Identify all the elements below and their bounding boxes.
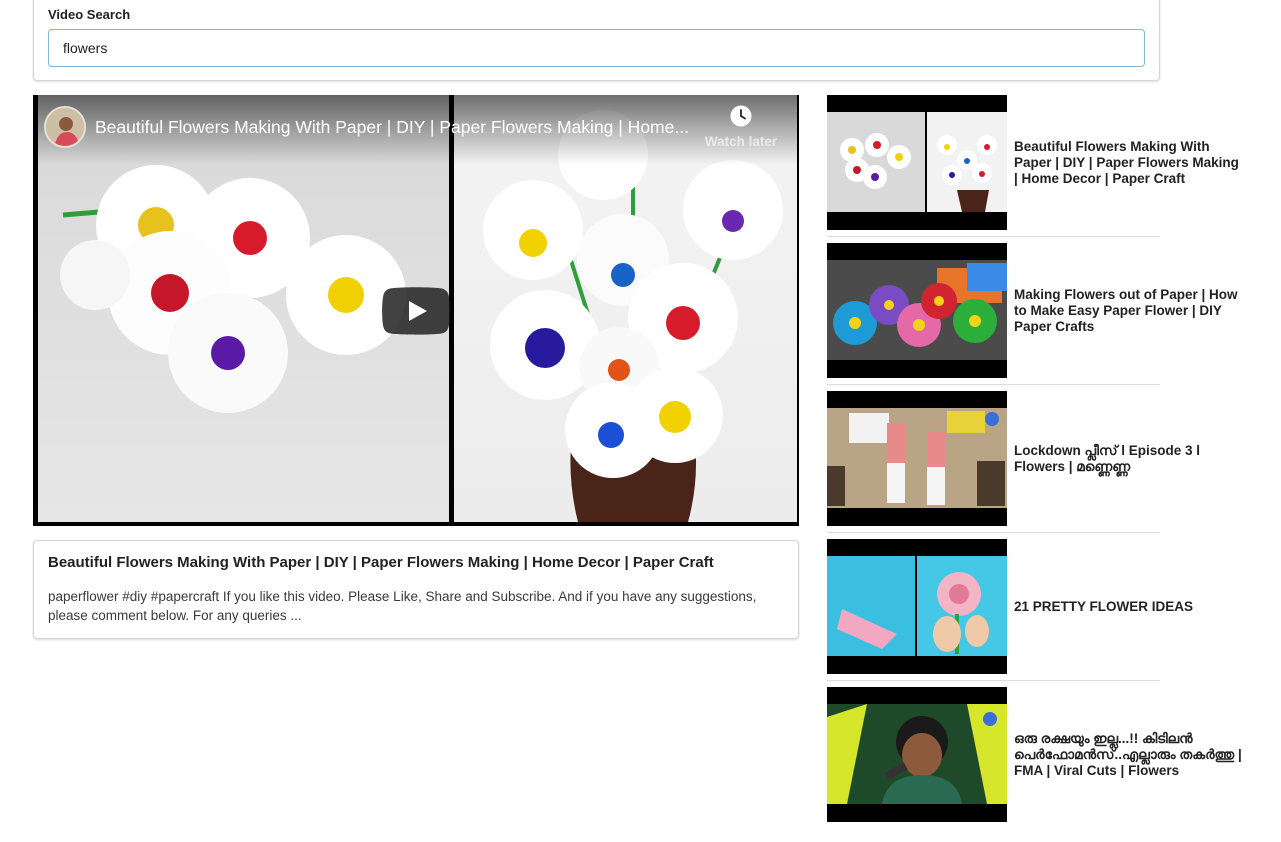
video-list-item-title[interactable]: Beautiful Flowers Making With Paper | DI… [1014,95,1244,230]
search-label: Video Search [48,7,131,22]
divider [827,236,1160,237]
video-thumbnail[interactable] [827,539,1007,674]
clock-icon [730,105,752,127]
video-list-item[interactable]: Lockdown പ്ലീസ് l Episode 3 l Flowers | … [827,391,1200,539]
play-icon[interactable] [382,287,450,335]
divider [827,532,1160,533]
search-segment: Video Search [33,0,1160,81]
video-thumbnail[interactable] [827,687,1007,822]
thumbnail-image [827,243,1007,378]
video-details: Beautiful Flowers Making With Paper | DI… [33,540,799,639]
video-detail-description: paperflower #diy #papercraft If you like… [48,589,757,623]
thumbnail-image [827,687,1007,822]
video-player[interactable]: Beautiful Flowers Making With Paper | DI… [33,95,799,526]
video-detail-title: Beautiful Flowers Making With Paper | DI… [48,554,714,571]
search-input[interactable] [48,29,1145,67]
video-thumbnail[interactable] [827,391,1007,526]
video-list-item-title[interactable]: ഒരു രക്ഷയും ഇല്ല...!! കിടിലൻ പെർഫോമൻസ്..… [1014,687,1244,822]
video-list-item-title[interactable]: Lockdown പ്ലീസ് l Episode 3 l Flowers | … [1014,391,1244,526]
divider [827,384,1160,385]
video-list-item[interactable]: Making Flowers out of Paper | How to Mak… [827,243,1238,391]
thumbnail-image [827,391,1007,526]
video-thumbnail[interactable] [827,243,1007,378]
divider [827,680,1160,681]
video-list-item[interactable]: 21 PRETTY FLOWER IDEAS [827,539,1193,687]
video-list-item[interactable]: ഒരു രക്ഷയും ഇല്ല...!! കിടിലൻ പെർഫോമൻസ്..… [827,687,1242,835]
video-list-item-title[interactable]: 21 PRETTY FLOWER IDEAS [1014,539,1244,674]
video-thumbnail[interactable] [827,95,1007,230]
video-list-item[interactable]: Beautiful Flowers Making With Paper | DI… [827,95,1239,243]
thumbnail-image [827,539,1007,674]
video-list-item-title[interactable]: Making Flowers out of Paper | How to Mak… [1014,243,1244,378]
watch-later-button[interactable]: Watch later [701,105,781,151]
thumbnail-image [827,95,1007,230]
watch-later-label: Watch later [704,134,778,149]
channel-avatar[interactable] [44,106,86,148]
player-title[interactable]: Beautiful Flowers Making With Paper | DI… [95,117,700,138]
